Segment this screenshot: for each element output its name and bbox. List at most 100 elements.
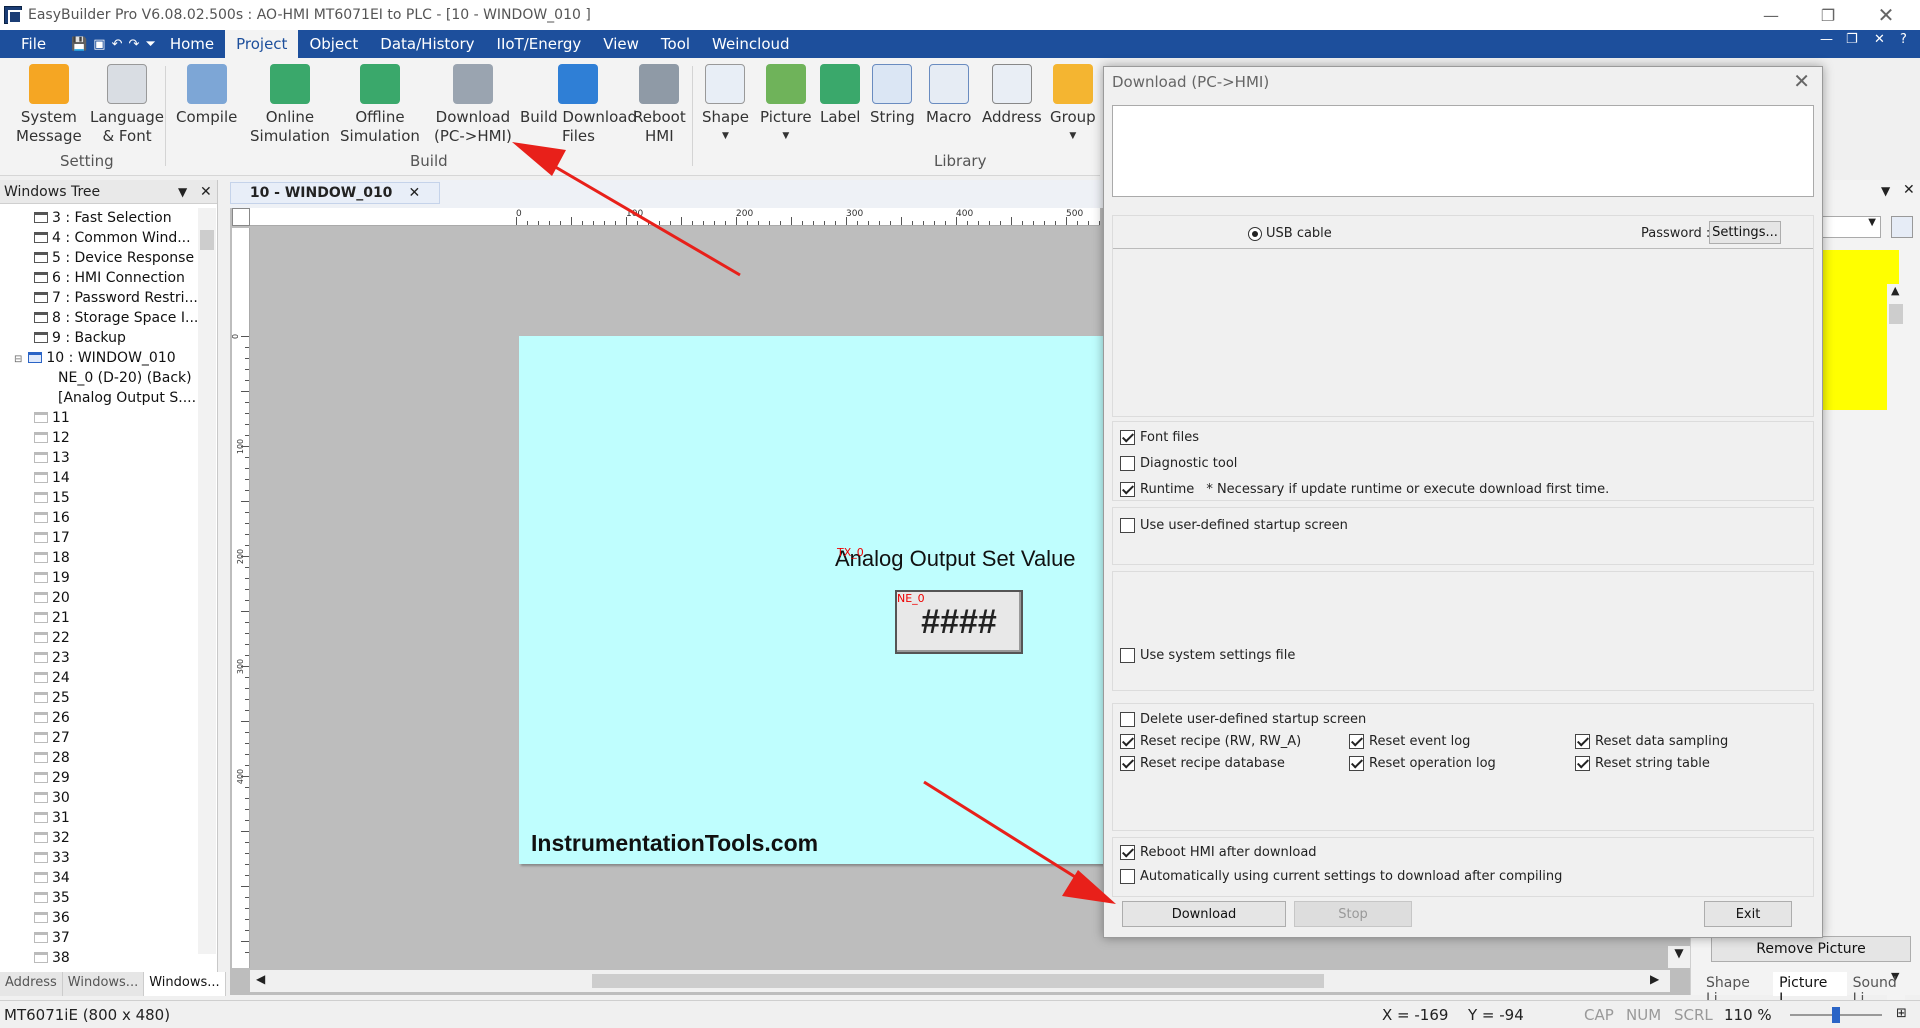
fit-icon[interactable]: ⊞ bbox=[1896, 1006, 1907, 1021]
language-font-button[interactable]: Language & Font bbox=[90, 64, 164, 146]
usb-cable-radio[interactable]: USB cable bbox=[1248, 226, 1332, 241]
tree-item-empty[interactable]: 18 bbox=[34, 548, 217, 568]
save-all-icon[interactable]: ▣ bbox=[93, 37, 105, 52]
collapse-icon[interactable]: ⊟ bbox=[14, 354, 22, 365]
tab-window-010[interactable]: 10 - WINDOW_010 ✕ bbox=[230, 182, 440, 204]
download-button[interactable]: Download bbox=[1122, 901, 1286, 927]
tree-item[interactable]: 4 : Common Wind... bbox=[34, 228, 217, 248]
library-select[interactable]: ▼ bbox=[1821, 216, 1881, 238]
settings-button[interactable]: Settings... bbox=[1709, 221, 1781, 244]
string-button[interactable]: String bbox=[870, 64, 915, 127]
tree-item-empty[interactable]: 28 bbox=[34, 748, 217, 768]
analog-output-label[interactable]: Analog Output Set Value bbox=[835, 546, 1076, 572]
scroll-thumb[interactable] bbox=[1889, 304, 1903, 324]
tree-item[interactable]: 9 : Backup bbox=[34, 328, 217, 348]
tree-item[interactable]: 3 : Fast Selection bbox=[34, 208, 217, 228]
tree-item-empty[interactable]: 36 bbox=[34, 908, 217, 928]
help-icon[interactable]: ? bbox=[1900, 32, 1907, 47]
tree-item-empty[interactable]: 24 bbox=[34, 668, 217, 688]
tree-item[interactable]: 6 : HMI Connection bbox=[34, 268, 217, 288]
tree-item-empty[interactable]: 19 bbox=[34, 568, 217, 588]
tab-sound-library[interactable]: Sound Li... bbox=[1847, 972, 1920, 1007]
offline-simulation-button[interactable]: Offline Simulation bbox=[340, 64, 420, 146]
address-button[interactable]: Address bbox=[982, 64, 1042, 127]
reset-string-checkbox[interactable]: Reset string table bbox=[1575, 756, 1710, 771]
macro-button[interactable]: Macro bbox=[926, 64, 971, 127]
scroll-right-icon[interactable]: ▶ bbox=[1650, 972, 1659, 986]
tree-item-empty[interactable]: 16 bbox=[34, 508, 217, 528]
reset-recipe-checkbox[interactable]: Reset recipe (RW, RW_A) bbox=[1120, 734, 1301, 749]
tree-item[interactable]: 5 : Device Response bbox=[34, 248, 217, 268]
tree-item-empty[interactable]: 17 bbox=[34, 528, 217, 548]
tab-address[interactable]: Address bbox=[0, 972, 63, 996]
scroll-thumb[interactable] bbox=[592, 974, 1324, 988]
reset-event-checkbox[interactable]: Reset event log bbox=[1349, 734, 1470, 749]
system-settings-checkbox[interactable]: Use system settings file bbox=[1120, 648, 1295, 663]
tree-item-empty[interactable]: 29 bbox=[34, 768, 217, 788]
tab-picture-library[interactable]: Picture L... bbox=[1773, 972, 1847, 1007]
group-button[interactable]: Group ▼ bbox=[1050, 64, 1096, 146]
system-message-button[interactable]: System Message bbox=[16, 64, 82, 146]
doc-minimize-icon[interactable]: — bbox=[1820, 32, 1833, 47]
reset-sampling-checkbox[interactable]: Reset data sampling bbox=[1575, 734, 1728, 749]
menu-tool[interactable]: Tool bbox=[650, 30, 701, 58]
close-icon[interactable]: ✕ bbox=[1862, 0, 1910, 30]
auto-download-checkbox[interactable]: Automatically using current settings to … bbox=[1120, 869, 1562, 884]
customize-icon[interactable]: ⏷ bbox=[145, 37, 155, 52]
download-pc-hmi-button[interactable]: Download (PC->HMI) bbox=[434, 64, 512, 146]
runtime-checkbox[interactable]: Runtime * Necessary if update runtime or … bbox=[1120, 482, 1609, 497]
shape-button[interactable]: Shape ▼ bbox=[702, 64, 749, 146]
menu-weincloud[interactable]: Weincloud bbox=[701, 30, 800, 58]
tree-item-empty[interactable]: 14 bbox=[34, 468, 217, 488]
pane-scrollbar[interactable]: ▲ ▼ bbox=[1887, 284, 1905, 1028]
menu-data-history[interactable]: Data/History bbox=[369, 30, 485, 58]
tree-item-empty[interactable]: 35 bbox=[34, 888, 217, 908]
hmi-canvas[interactable]: Analog Output Set Value TX_0 #### NE_0 I… bbox=[519, 336, 1107, 864]
menu-iiot-energy[interactable]: IIoT/Energy bbox=[486, 30, 593, 58]
tree-item[interactable]: 8 : Storage Space I... bbox=[34, 308, 217, 328]
close-icon[interactable]: ✕ bbox=[200, 184, 212, 200]
exit-button[interactable]: Exit bbox=[1704, 901, 1792, 927]
undo-icon[interactable]: ↶ bbox=[112, 37, 123, 52]
doc-close-icon[interactable]: ✕ bbox=[1874, 32, 1885, 47]
tree-item-empty[interactable]: 25 bbox=[34, 688, 217, 708]
tree-item-empty[interactable]: 27 bbox=[34, 728, 217, 748]
scroll-down-icon[interactable]: ▼ bbox=[1668, 946, 1690, 968]
tree-item-empty[interactable]: 13 bbox=[34, 448, 217, 468]
tree-child[interactable]: [Analog Output S.... bbox=[58, 388, 217, 408]
tree-item-empty[interactable]: 32 bbox=[34, 828, 217, 848]
delete-startup-checkbox[interactable]: Delete user-defined startup screen bbox=[1120, 712, 1366, 727]
scroll-thumb[interactable] bbox=[200, 230, 214, 250]
font-files-checkbox[interactable]: Font files bbox=[1120, 430, 1199, 445]
picture-button[interactable]: Picture ▼ bbox=[760, 64, 812, 146]
tab-windows-tree[interactable]: Windows... bbox=[144, 972, 226, 996]
tree-item-selected[interactable]: ⊟ 10 : WINDOW_010 bbox=[14, 348, 217, 368]
menu-home[interactable]: Home bbox=[159, 30, 225, 58]
dropdown-icon[interactable]: ▼ bbox=[178, 185, 187, 199]
restore-icon[interactable]: ❐ bbox=[1804, 0, 1852, 30]
tree-item-empty[interactable]: 38 bbox=[34, 948, 217, 968]
online-simulation-button[interactable]: Online Simulation bbox=[250, 64, 330, 146]
tree-item-empty[interactable]: 30 bbox=[34, 788, 217, 808]
dropdown-icon[interactable]: ▼ bbox=[1881, 184, 1890, 198]
minimize-icon[interactable]: — bbox=[1747, 0, 1795, 30]
reboot-hmi-button[interactable]: Reboot HMI bbox=[633, 64, 686, 146]
tree-item-empty[interactable]: 20 bbox=[34, 588, 217, 608]
scroll-up-icon[interactable]: ▲ bbox=[1891, 284, 1899, 297]
stop-button[interactable]: Stop bbox=[1294, 901, 1412, 927]
tree-item-empty[interactable]: 37 bbox=[34, 928, 217, 948]
tree-scrollbar[interactable] bbox=[198, 208, 216, 954]
reboot-after-checkbox[interactable]: Reboot HMI after download bbox=[1120, 845, 1317, 860]
menu-file[interactable]: File bbox=[10, 30, 57, 58]
tree-item-empty[interactable]: 12 bbox=[34, 428, 217, 448]
label-button[interactable]: Label bbox=[820, 64, 860, 127]
user-startup-checkbox[interactable]: Use user-defined startup screen bbox=[1120, 518, 1348, 533]
menu-view[interactable]: View bbox=[592, 30, 650, 58]
close-icon[interactable]: ✕ bbox=[408, 185, 420, 201]
tab-windows[interactable]: Windows... bbox=[63, 972, 145, 996]
doc-restore-icon[interactable]: ❐ bbox=[1846, 32, 1858, 47]
tree-item-empty[interactable]: 33 bbox=[34, 848, 217, 868]
reset-recipe-db-checkbox[interactable]: Reset recipe database bbox=[1120, 756, 1285, 771]
horizontal-scrollbar[interactable]: ◀ ▶ bbox=[250, 970, 1670, 992]
tree-item[interactable]: 7 : Password Restri... bbox=[34, 288, 217, 308]
